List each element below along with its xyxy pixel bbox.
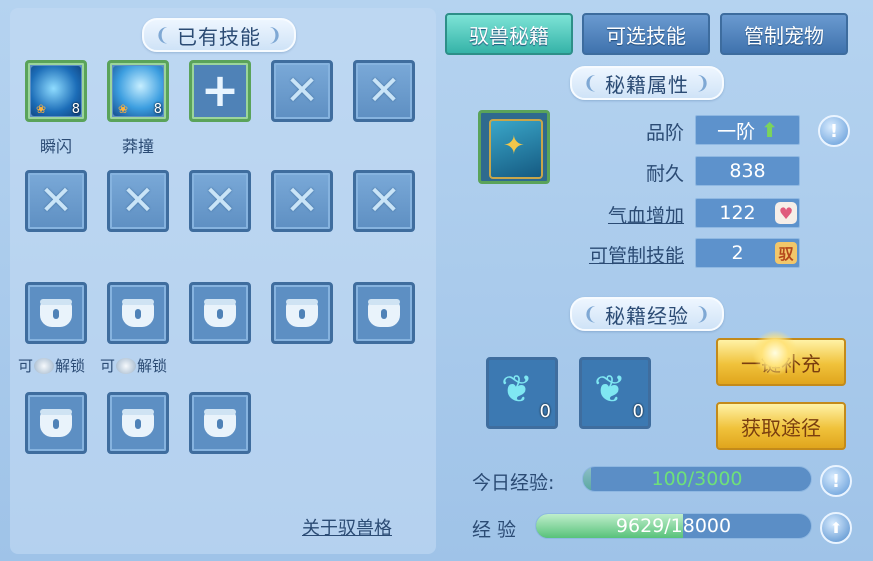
chain-x-icon: ✕ xyxy=(203,178,237,224)
paw-icon: ❀ xyxy=(118,102,129,116)
owned-skills-title-text: 已有技能 xyxy=(177,24,261,49)
book-experience-title-text: 秘籍经验 xyxy=(605,303,689,328)
exp-item-slot[interactable]: ❦ 0 xyxy=(579,357,651,429)
locked-skill-slot[interactable] xyxy=(189,282,251,344)
empty-skill-slot[interactable]: ✕ xyxy=(107,170,169,232)
unlock-suffix: 解锁 xyxy=(55,357,86,375)
curl-right-icon: ❩ xyxy=(695,72,712,94)
unlock-hint: 可 解锁 xyxy=(18,355,85,376)
skill-slot-ram[interactable]: ❀ 8 xyxy=(107,60,169,122)
paw-icon: ❀ xyxy=(36,102,47,116)
empty-skill-slot[interactable]: ✕ xyxy=(271,60,333,122)
skill-book-icon xyxy=(489,119,543,179)
lock-icon xyxy=(122,409,154,438)
book-attributes-title: ❨ 秘籍属性 ❩ xyxy=(570,66,724,100)
today-exp-value: 100/3000 xyxy=(651,468,743,490)
curl-right-icon: ❩ xyxy=(267,24,284,46)
empty-skill-slot[interactable]: ✕ xyxy=(189,170,251,232)
upgrade-arrow-icon[interactable]: ⬆ xyxy=(761,118,778,142)
grade-value-box: 一阶 ⬆ xyxy=(695,115,800,145)
skill-level: 8 xyxy=(71,102,80,117)
spirit-horse-icon: ❦ xyxy=(594,367,626,411)
curl-left-icon: ❨ xyxy=(582,303,599,325)
curl-right-icon: ❩ xyxy=(695,303,712,325)
unlock-prefix: 可 xyxy=(100,357,116,375)
lock-icon xyxy=(204,299,236,328)
today-exp-info-icon[interactable]: ! xyxy=(820,465,852,497)
today-exp-bar: 100/3000 xyxy=(582,466,812,492)
empty-skill-slot[interactable]: ✕ xyxy=(353,60,415,122)
exp-item-count: 0 xyxy=(539,401,551,422)
skill-name: 瞬闪 xyxy=(39,137,72,156)
book-attributes-title-text: 秘籍属性 xyxy=(605,72,689,97)
plus-icon: + xyxy=(200,63,240,118)
durability-label: 耐久 xyxy=(645,163,684,185)
skill-name: 莽撞 xyxy=(121,137,154,156)
grade-value: 一阶 xyxy=(717,120,756,143)
empty-skill-slot[interactable]: ✕ xyxy=(353,170,415,232)
empty-skill-slot[interactable]: ✕ xyxy=(25,170,87,232)
spirit-fish-icon: ❦ xyxy=(501,367,533,411)
lock-icon xyxy=(368,299,400,328)
locked-skill-slot[interactable] xyxy=(107,282,169,344)
locked-skill-slot[interactable] xyxy=(25,392,87,454)
about-beast-slot-link[interactable]: 关于驭兽格 xyxy=(302,514,392,540)
locked-skill-slot[interactable] xyxy=(353,282,415,344)
today-exp-label: 今日经验: xyxy=(472,472,555,494)
tab-beast-book[interactable]: 驭兽秘籍 xyxy=(445,13,573,55)
chain-x-icon: ✕ xyxy=(285,68,319,114)
exp-upgrade-icon[interactable]: ⬆ xyxy=(820,512,852,544)
skill-level: 8 xyxy=(153,102,162,117)
book-item-slot[interactable] xyxy=(478,110,550,184)
hp-bonus-box: 122 ♥ xyxy=(695,198,800,228)
book-experience-title: ❨ 秘籍经验 ❩ xyxy=(570,297,724,331)
lock-icon xyxy=(204,409,236,438)
chain-x-icon: ✕ xyxy=(121,178,155,224)
control-badge-icon: 驭 xyxy=(775,242,797,264)
exp-progress-bar: 9629/18000 xyxy=(535,513,812,539)
lock-icon xyxy=(286,299,318,328)
empty-skill-slot[interactable]: ✕ xyxy=(271,170,333,232)
hp-bonus-value: 122 xyxy=(719,202,756,224)
chain-x-icon: ✕ xyxy=(367,178,401,224)
get-source-button[interactable]: 获取途径 xyxy=(716,402,846,450)
locked-skill-slot[interactable] xyxy=(189,392,251,454)
locked-skill-slot[interactable] xyxy=(107,392,169,454)
hp-bonus-label[interactable]: 气血增加 xyxy=(574,201,684,228)
control-skill-box: 2 驭 xyxy=(695,238,800,268)
owned-skills-title: ❨ 已有技能 ❩ xyxy=(142,18,296,52)
lock-icon xyxy=(40,409,72,438)
exp-label: 经 验 xyxy=(472,519,517,541)
unlock-hint: 可 解锁 xyxy=(100,355,167,376)
lock-icon xyxy=(40,299,72,328)
grade-label: 品阶 xyxy=(645,122,684,144)
heart-icon: ♥ xyxy=(775,202,797,224)
exp-item-count: 0 xyxy=(632,401,644,422)
unlock-suffix: 解锁 xyxy=(137,357,168,375)
tab-controlled-pets[interactable]: 管制宠物 xyxy=(720,13,848,55)
exp-progress-value: 9629/18000 xyxy=(615,515,732,537)
chain-x-icon: ✕ xyxy=(39,178,73,224)
durability-value: 838 xyxy=(695,156,800,186)
sparkle-glow xyxy=(752,330,798,376)
locked-skill-slot[interactable] xyxy=(25,282,87,344)
add-skill-button[interactable]: + xyxy=(189,60,251,122)
control-skill-label[interactable]: 可管制技能 xyxy=(574,241,684,268)
control-skill-value: 2 xyxy=(731,242,744,264)
skill-slot-blink[interactable]: ❀ 8 xyxy=(25,60,87,122)
curl-left-icon: ❨ xyxy=(154,24,171,46)
locked-skill-slot[interactable] xyxy=(271,282,333,344)
chain-x-icon: ✕ xyxy=(285,178,319,224)
unlock-prefix: 可 xyxy=(18,357,34,375)
grade-info-icon[interactable]: ! xyxy=(818,115,850,147)
skill-book-window: ❨ 已有技能 ❩ ❀ 8 瞬闪 ❀ 8 莽撞 + ✕ ✕ ✕ ✕ ✕ ✕ ✕ 可… xyxy=(0,0,873,561)
chain-x-icon: ✕ xyxy=(367,68,401,114)
curl-left-icon: ❨ xyxy=(582,72,599,94)
silver-coin-icon xyxy=(34,358,55,374)
exp-item-slot[interactable]: ❦ 0 xyxy=(486,357,558,429)
tab-selectable-skills[interactable]: 可选技能 xyxy=(582,13,710,55)
silver-coin-icon xyxy=(116,358,137,374)
lock-icon xyxy=(122,299,154,328)
